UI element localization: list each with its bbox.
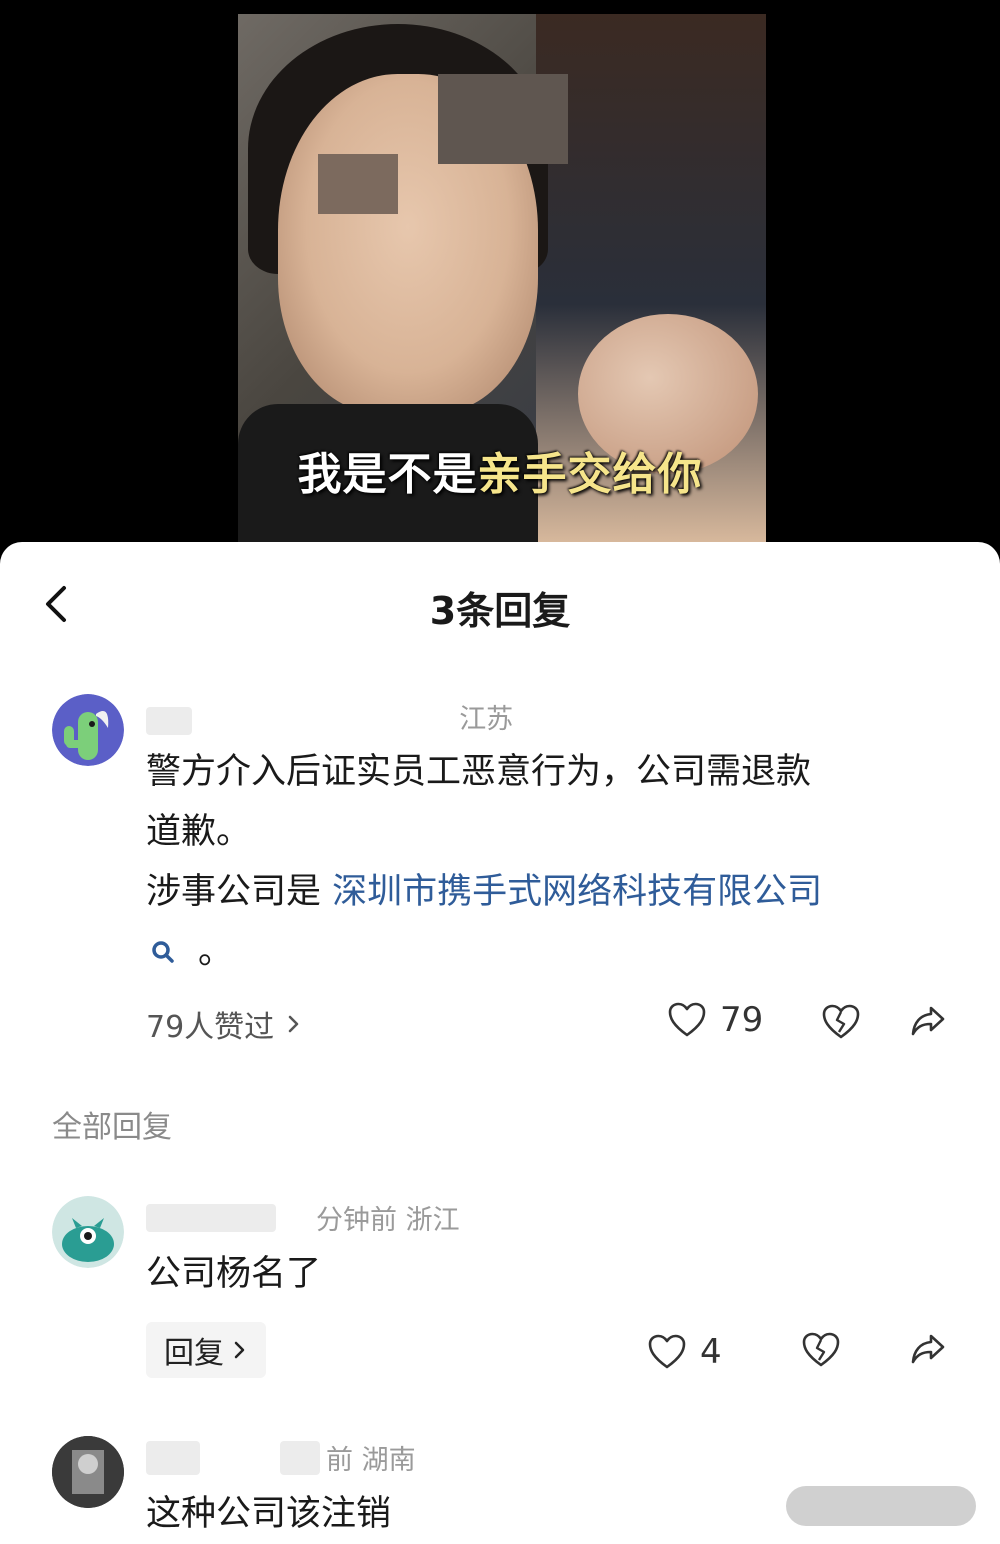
reply-time-location: 分钟前 浙江 xyxy=(316,1205,460,1236)
share-button[interactable] xyxy=(910,1332,946,1366)
avatar[interactable] xyxy=(52,1196,124,1268)
username-blurred xyxy=(146,1440,200,1475)
reply-meta: 前 湖南 xyxy=(146,1438,416,1477)
comment-meta: 江苏 xyxy=(146,697,513,736)
username-blurred xyxy=(146,706,192,735)
company-link[interactable]: 深圳市携手式网络科技有限公司 xyxy=(332,872,822,912)
reply-button-label: 回复 xyxy=(164,1336,224,1371)
like-button[interactable]: 79 xyxy=(668,1000,763,1040)
reply-text: 这种公司该注销 xyxy=(146,1494,392,1534)
replies-sheet: 3条回复 江苏 警方介入后证实员工恶意行为，公司需退款 道歉。 涉事公司是 深圳… xyxy=(0,542,1000,1544)
like-count: 4 xyxy=(700,1332,722,1372)
comment-text-suffix: 。 xyxy=(198,932,234,972)
liked-by-link[interactable]: 79人赞过 xyxy=(146,1002,302,1046)
avatar-cactus-icon xyxy=(52,694,124,766)
heart-icon xyxy=(648,1334,686,1369)
dislike-button[interactable] xyxy=(822,1004,860,1040)
like-button[interactable]: 4 xyxy=(648,1332,722,1372)
like-count: 79 xyxy=(720,1000,764,1040)
subtitle-part-2: 亲手交给你 xyxy=(477,449,703,500)
reply-meta: 分钟前 浙江 xyxy=(146,1198,460,1237)
page-title: 3条回复 xyxy=(429,589,571,633)
broken-heart-icon xyxy=(802,1332,840,1367)
share-icon xyxy=(911,1334,945,1364)
broken-heart-icon xyxy=(822,1004,860,1039)
reply-time-location: 前 湖南 xyxy=(326,1445,416,1476)
comment-line: 道歉。 xyxy=(146,812,252,852)
reply-text: 公司杨名了 xyxy=(146,1254,322,1294)
comment-location: 江苏 xyxy=(459,704,514,735)
subtitle-part-1: 我是不是 xyxy=(297,449,478,500)
comment-text-prefix: 涉事公司是 xyxy=(146,872,333,912)
reply-button[interactable]: 回复 xyxy=(146,1322,266,1378)
username-blurred xyxy=(146,1203,276,1232)
share-icon xyxy=(911,1006,945,1036)
heart-icon xyxy=(668,1002,706,1037)
comment-line: 警方介入后证实员工恶意行为，公司需退款 xyxy=(146,752,812,792)
dislike-button[interactable] xyxy=(802,1332,840,1368)
liked-by-label: 79人赞过 xyxy=(146,1010,275,1045)
share-button[interactable] xyxy=(910,1004,946,1038)
avatar[interactable] xyxy=(52,694,124,766)
comment-text: 警方介入后证实员工恶意行为，公司需退款 道歉。 涉事公司是 深圳市携手式网络科技… xyxy=(146,742,946,982)
avatar-photo-icon xyxy=(52,1436,124,1508)
replies-section-label: 全部回复 xyxy=(52,1110,172,1145)
video-subtitle: 我是不是亲手交给你 xyxy=(0,438,1000,502)
chevron-right-icon xyxy=(234,1341,245,1359)
comment-line: 涉事公司是 深圳市携手式网络科技有限公司 xyxy=(146,862,946,922)
avatar[interactable] xyxy=(52,1436,124,1508)
comment-line: 。 xyxy=(146,922,946,982)
avatar-monster-icon xyxy=(52,1196,124,1268)
time-blurred xyxy=(280,1440,320,1475)
watermark xyxy=(786,1486,976,1526)
chevron-right-icon xyxy=(288,1015,299,1033)
video-player[interactable]: 我是不是亲手交给你 xyxy=(0,0,1000,560)
search-icon[interactable] xyxy=(150,939,176,965)
